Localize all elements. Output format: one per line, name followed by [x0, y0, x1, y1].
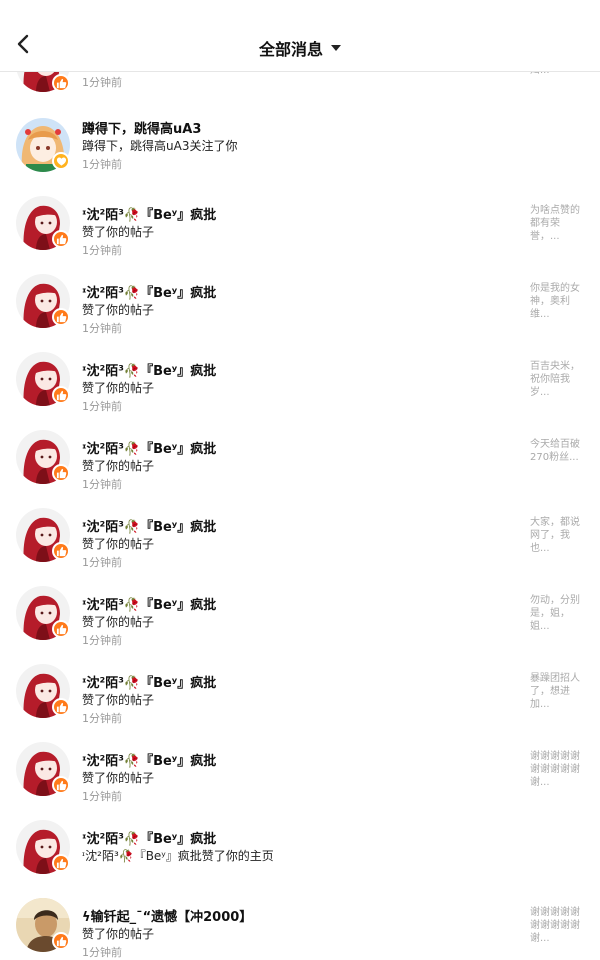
message-action: 赞了你的帖子 — [82, 927, 155, 941]
post-preview[interactable]: 大家，都说网了，我也... — [530, 516, 582, 555]
message-time: 1分钟前 — [82, 158, 122, 171]
follow-badge — [52, 152, 70, 170]
message-item[interactable]: ᶦ沈²陌³🥀『Beʸ』疯批 赞了你的帖子 1分钟前 谢谢谢谢谢谢谢谢谢谢谢... — [0, 734, 600, 812]
post-preview[interactable]: 谢谢谢谢谢谢谢谢谢谢谢... — [530, 906, 582, 945]
page-title: 全部消息 — [258, 40, 323, 59]
message-action: 赞了你的帖子 — [82, 225, 155, 239]
like-badge — [52, 308, 70, 326]
sender-name: ᶦ沈²陌³🥀『Beʸ』疯批 — [82, 286, 217, 301]
message-time: 1分钟前 — [82, 478, 122, 491]
message-action: 赞了你的帖子 — [82, 771, 155, 785]
thumbs-up-icon — [56, 702, 66, 712]
post-preview[interactable]: 谢谢谢谢谢谢谢谢谢谢谢... — [530, 750, 582, 789]
sender-name: ϟ输钎起_ˉ“遗憾【冲2000】 — [82, 910, 253, 925]
like-badge — [52, 932, 70, 950]
message-item[interactable]: ᶦ沈²陌³🥀『Beʸ』疯批 赞了你的帖子 1分钟前 大家，都说网了，我也... — [0, 500, 600, 578]
message-time: 1分钟前 — [82, 244, 122, 257]
message-item[interactable]: ᶦ沈²陌³🥀『Beʸ』疯批 赞了你的帖子 1分钟前 今天给百破270粉丝... — [0, 422, 600, 500]
like-badge — [52, 386, 70, 404]
message-time: 1分钟前 — [82, 76, 122, 89]
sender-name: ᶦ沈²陌³🥀『Beʸ』疯批 — [82, 442, 217, 457]
sender-name: 蹲得下，跳得高uA3 — [82, 122, 202, 137]
sender-name: ᶦ沈²陌³🥀『Beʸ』疯批 — [82, 754, 217, 769]
heart-icon — [56, 156, 66, 166]
message-item[interactable]: 蹲得下，跳得高uA3 蹲得下，跳得高uA3关注了你 1分钟前 — [0, 110, 600, 188]
like-badge — [52, 854, 70, 872]
like-badge — [52, 230, 70, 248]
thumbs-up-icon — [56, 312, 66, 322]
sender-name: ᶦ沈²陌³🥀『Beʸ』疯批 — [82, 364, 217, 379]
thumbs-up-icon — [56, 546, 66, 556]
post-preview[interactable]: 百吉央米，祝你陪我岁... — [530, 360, 582, 399]
filter-dropdown[interactable]: 全部消息 — [0, 36, 600, 60]
message-item[interactable]: ᶦ沈²陌³🥀『Beʸ』疯批 赞了你的帖子 1分钟前 为啥点赞的都有荣誉，... — [0, 188, 600, 266]
message-time: 1分钟前 — [82, 634, 122, 647]
sender-name: ᶦ沈²陌³🥀『Beʸ』疯批 — [82, 520, 217, 535]
post-preview[interactable]: 今天给百破270粉丝... — [530, 438, 582, 464]
message-time: 1分钟前 — [82, 946, 122, 959]
like-badge — [52, 620, 70, 638]
thumbs-up-icon — [56, 390, 66, 400]
caret-down-icon — [331, 45, 341, 51]
message-action: ᶦ沈²陌³🥀『Beʸ』疯批赞了你的主页 — [82, 849, 274, 863]
sender-name: ᶦ沈²陌³🥀『Beʸ』疯批 — [82, 676, 217, 691]
like-badge — [52, 776, 70, 794]
message-action: 赞了你的帖子 — [82, 693, 155, 707]
message-item[interactable]: ϟ输钎起_ˉ“遗憾【冲2000】 赞了你的帖子 1分钟前 谢谢谢谢谢谢谢谢谢谢谢… — [0, 890, 600, 960]
sender-name: ᶦ沈²陌³🥀『Beʸ』疯批 — [82, 832, 217, 847]
message-time: 1分钟前 — [82, 556, 122, 569]
thumbs-up-icon — [56, 78, 66, 88]
message-item[interactable]: ᶦ沈²陌³🥀『Beʸ』疯批 ᶦ沈²陌³🥀『Beʸ』疯批赞了你的主页 — [0, 812, 600, 890]
message-time: 1分钟前 — [82, 790, 122, 803]
message-action: 蹲得下，跳得高uA3关注了你 — [82, 139, 238, 153]
top-bar: 全部消息 — [0, 0, 600, 72]
message-time: 1分钟前 — [82, 400, 122, 413]
message-item[interactable]: ᶦ沈²陌³🥀『Beʸ』疯批 赞了你的帖子 1分钟前 暴躁团招人了，想进加... — [0, 656, 600, 734]
sender-name: ᶦ沈²陌³🥀『Beʸ』疯批 — [82, 208, 217, 223]
post-preview[interactable]: 暴躁团招人了，想进加... — [530, 672, 582, 711]
message-action: 赞了你的帖子 — [82, 381, 155, 395]
message-item[interactable]: ᶦ沈²陌³🥀『Beʸ』疯批 赞了你的帖子 1分钟前 百吉央米，祝你陪我岁... — [0, 344, 600, 422]
post-preview[interactable]: 勿动，分别是，姐，姐... — [530, 594, 582, 633]
thumbs-up-icon — [56, 858, 66, 868]
like-badge — [52, 464, 70, 482]
message-action: 赞了你的帖子 — [82, 615, 155, 629]
post-preview[interactable]: 你是我的女神，奥利维... — [530, 282, 582, 321]
like-badge — [52, 74, 70, 92]
like-badge — [52, 542, 70, 560]
thumbs-up-icon — [56, 624, 66, 634]
thumbs-up-icon — [56, 468, 66, 478]
thumbs-up-icon — [56, 936, 66, 946]
thumbs-up-icon — [56, 780, 66, 790]
message-action: 赞了你的帖子 — [82, 459, 155, 473]
message-action: 赞了你的帖子 — [82, 537, 155, 551]
message-action: 赞了你的帖子 — [82, 303, 155, 317]
message-time: 1分钟前 — [82, 322, 122, 335]
message-item[interactable]: ᶦ沈²陌³🥀『Beʸ』疯批 赞了你的帖子 1分钟前 勿动，分别是，姐，姐... — [0, 578, 600, 656]
sender-name: ᶦ沈²陌³🥀『Beʸ』疯批 — [82, 598, 217, 613]
thumbs-up-icon — [56, 234, 66, 244]
message-time: 1分钟前 — [82, 712, 122, 725]
message-item[interactable]: ᶦ沈²陌³🥀『Beʸ』疯批 赞了你的帖子 1分钟前 你是我的女神，奥利维... — [0, 266, 600, 344]
like-badge — [52, 698, 70, 716]
post-preview[interactable]: 为啥点赞的都有荣誉，... — [530, 204, 582, 243]
